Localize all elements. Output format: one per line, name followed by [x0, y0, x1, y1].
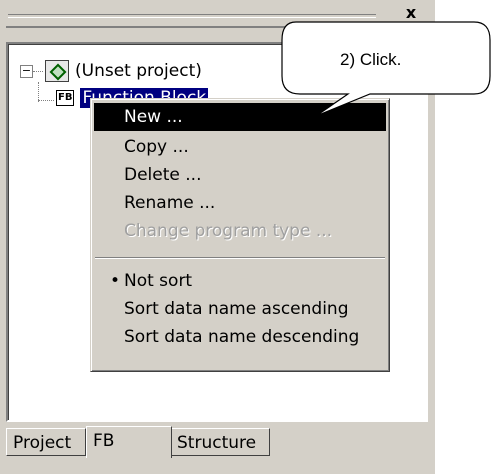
callout-bubble — [281, 21, 491, 117]
callout-text: 2) Click. — [340, 50, 402, 69]
